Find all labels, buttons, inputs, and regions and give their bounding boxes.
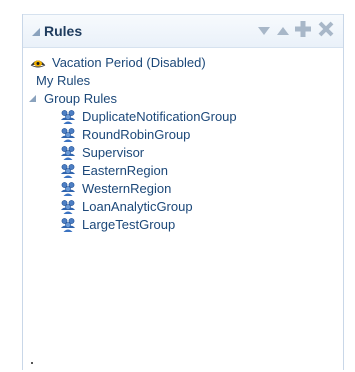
rules-panel: Rules Vacation Period (Disabled) My Rule…	[22, 14, 344, 370]
panel-header: Rules	[23, 14, 343, 48]
resize-handle	[31, 362, 33, 364]
tree-item-group-rules[interactable]: Group Rules	[23, 90, 343, 108]
tree-item-label: Group Rules	[44, 91, 117, 106]
plus-icon[interactable]	[294, 20, 312, 43]
group-icon	[60, 109, 76, 125]
group-rule-label: WesternRegion	[82, 181, 172, 196]
rules-tree: Vacation Period (Disabled) My Rules Grou…	[23, 48, 343, 234]
header-toolbar	[258, 20, 335, 43]
triangle-up-icon[interactable]	[277, 27, 289, 35]
tree-item-label: Vacation Period (Disabled)	[52, 55, 206, 70]
expander-triangle-icon[interactable]	[29, 95, 36, 102]
group-rule-item[interactable]: WesternRegion	[23, 180, 343, 198]
group-rule-label: EasternRegion	[82, 163, 168, 178]
group-rule-label: DuplicateNotificationGroup	[82, 109, 237, 124]
group-icon	[60, 217, 76, 233]
group-icon	[60, 163, 76, 179]
group-rule-label: Supervisor	[82, 145, 145, 160]
tree-item-vacation-period[interactable]: Vacation Period (Disabled)	[23, 54, 343, 72]
group-icon	[60, 199, 76, 215]
group-rule-label: RoundRobinGroup	[82, 127, 191, 142]
group-icon	[60, 181, 76, 197]
group-rule-item[interactable]: LoanAnalyticGroup	[23, 198, 343, 216]
panel-title: Rules	[44, 23, 83, 39]
group-icon	[60, 127, 76, 143]
group-icon	[60, 145, 76, 161]
triangle-down-icon[interactable]	[258, 27, 270, 35]
tree-item-my-rules[interactable]: My Rules	[23, 72, 343, 90]
close-icon[interactable]	[317, 20, 335, 43]
group-rule-item[interactable]: Supervisor	[23, 144, 343, 162]
group-rule-item[interactable]: LargeTestGroup	[23, 216, 343, 234]
group-rule-label: LoanAnalyticGroup	[82, 199, 193, 214]
group-rule-item[interactable]: RoundRobinGroup	[23, 126, 343, 144]
group-rule-item[interactable]: EasternRegion	[23, 162, 343, 180]
group-rule-item[interactable]: DuplicateNotificationGroup	[23, 108, 343, 126]
tree-item-label: My Rules	[36, 73, 91, 88]
eye-icon	[30, 55, 46, 71]
group-rule-label: LargeTestGroup	[82, 217, 176, 232]
collapse-triangle-icon[interactable]	[32, 28, 40, 36]
